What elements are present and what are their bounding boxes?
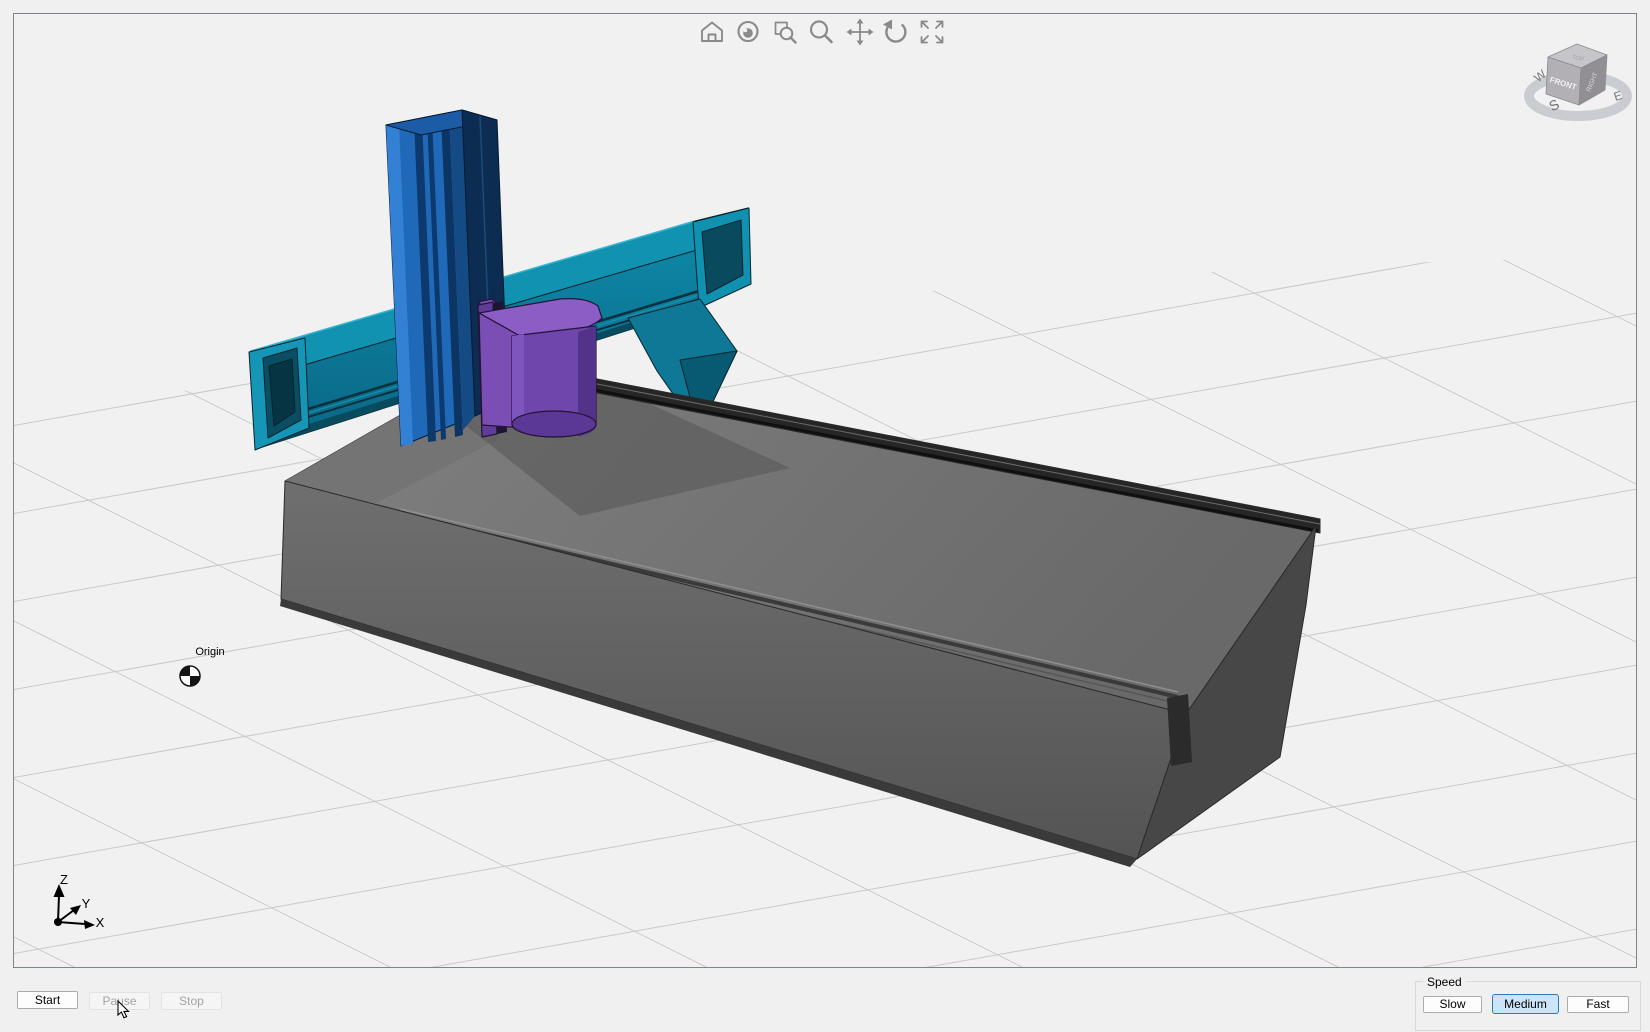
fit-to-view-button[interactable] <box>920 20 944 44</box>
tool-carriage[interactable] <box>477 298 603 438</box>
application-window: Origin Z Y X W S E TOP FRONT RIGHT Start… <box>0 0 1650 1032</box>
spindle-cylinder <box>511 325 597 438</box>
viewport-toolbar <box>701 18 944 46</box>
origin-marker: Origin <box>179 646 225 687</box>
beam-right-end-cap <box>692 207 752 309</box>
pan-button[interactable] <box>846 18 874 46</box>
view-orbit-button[interactable] <box>737 20 759 43</box>
axis-triad: Z Y X <box>53 872 105 930</box>
rotate-button[interactable] <box>883 19 907 43</box>
axis-y-label: Y <box>82 896 91 911</box>
speed-slow-button[interactable]: Slow <box>1423 996 1482 1013</box>
transport-pause-button[interactable]: Pause <box>89 992 150 1010</box>
transport-stop-button[interactable]: Stop <box>161 992 222 1010</box>
axis-x-label: X <box>96 915 105 930</box>
speed-medium-button[interactable]: Medium <box>1492 994 1559 1014</box>
scene-canvas: Origin Z Y X W S E TOP FRONT RIGHT <box>14 18 1636 967</box>
origin-label: Origin <box>195 646 224 658</box>
machine-base[interactable] <box>280 370 1321 867</box>
transport-start-button[interactable]: Start <box>17 991 78 1009</box>
speed-fast-button[interactable]: Fast <box>1567 996 1629 1013</box>
base-right-slot <box>1167 694 1192 766</box>
speed-group-label: Speed <box>1423 975 1466 989</box>
zoom-window-button[interactable] <box>774 21 797 44</box>
3d-viewport[interactable]: Origin Z Y X W S E TOP FRONT RIGHT <box>13 13 1637 968</box>
home-button[interactable] <box>701 21 723 42</box>
view-cube[interactable]: W S E TOP FRONT RIGHT <box>1524 43 1632 121</box>
zoom-button[interactable] <box>809 20 833 44</box>
axis-z-label: Z <box>60 872 68 887</box>
